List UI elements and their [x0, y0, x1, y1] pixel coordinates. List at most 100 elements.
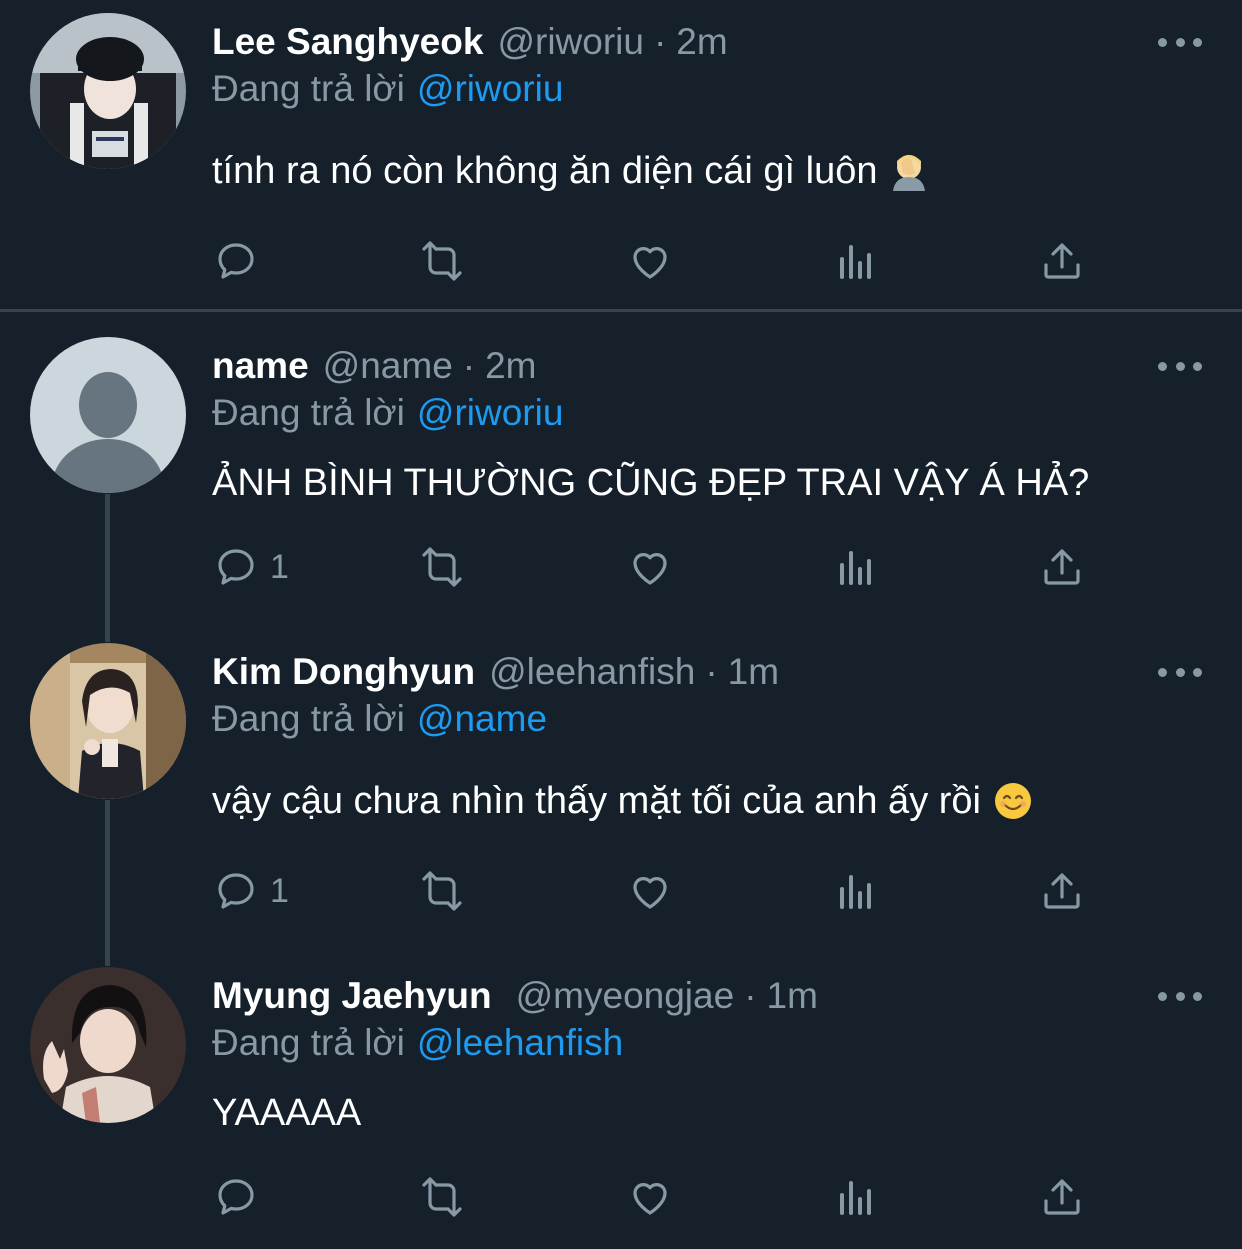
tweet-text: vậy cậu chưa nhìn thấy mặt tối của anh ấ…: [212, 776, 1033, 826]
replying-to: Đang trả lời @leehanfish: [212, 1022, 623, 1064]
replying-to-label: Đang trả lời: [212, 698, 405, 739]
reply-icon: [218, 243, 254, 279]
tweet-header: Lee Sanghyeok @riworiu · 2m: [212, 18, 728, 66]
share-button[interactable]: [1038, 236, 1086, 286]
like-icon: [633, 1183, 667, 1215]
retweet-icon: [422, 871, 462, 911]
replying-to-link[interactable]: @riworiu: [417, 68, 564, 109]
more-options-icon[interactable]: [1158, 664, 1202, 680]
tweet[interactable]: Myung Jaehyun @myeongjae · 1m Đang trả l…: [0, 967, 1242, 1242]
share-icon: [1044, 1179, 1080, 1215]
retweet-icon: [422, 1177, 462, 1217]
like-button[interactable]: [626, 542, 674, 592]
like-button[interactable]: [626, 1172, 674, 1222]
retweet-button[interactable]: [414, 866, 470, 916]
reply-button[interactable]: 1: [212, 866, 289, 916]
tweet-header: Myung Jaehyun @myeongjae · 1m: [212, 972, 818, 1020]
tweet-actions: [212, 236, 1102, 286]
tweet-text-content: ẢNH BÌNH THƯỜNG CŨNG ĐẸP TRAI VẬY Á HẢ?: [212, 461, 1090, 504]
separator-dot: ·: [462, 345, 476, 386]
separator-dot: ·: [705, 651, 718, 692]
avatar[interactable]: [30, 337, 186, 493]
retweet-button[interactable]: [414, 1172, 470, 1222]
tweet-header: Kim Donghyun @leehanfish · 1m: [212, 648, 779, 696]
like-icon: [633, 877, 667, 909]
like-icon: [633, 553, 667, 585]
tweet-header: name @name · 2m: [212, 342, 537, 390]
replying-to-link[interactable]: @name: [417, 698, 547, 739]
replying-to: Đang trả lời @name: [212, 698, 547, 740]
replying-to-label: Đang trả lời: [212, 68, 405, 109]
smiling-face-emoji: [993, 781, 1033, 821]
analytics-icon: [840, 875, 871, 909]
more-options-icon[interactable]: [1158, 358, 1202, 374]
tweet-actions: 1: [212, 542, 1102, 592]
user-handle[interactable]: @riworiu: [497, 21, 644, 63]
replying-to-link[interactable]: @leehanfish: [417, 1022, 623, 1063]
display-name[interactable]: Kim Donghyun: [212, 651, 475, 693]
timestamp[interactable]: 2m: [485, 345, 536, 387]
retweet-button[interactable]: [414, 236, 470, 286]
reply-count: 1: [270, 547, 289, 586]
user-handle[interactable]: @name: [323, 345, 453, 387]
reply-button[interactable]: 1: [212, 542, 289, 592]
retweet-icon: [422, 241, 462, 281]
reply-icon: [218, 1179, 254, 1215]
reply-button[interactable]: [212, 236, 270, 286]
reply-icon: [218, 873, 254, 909]
tweet[interactable]: Kim Donghyun @leehanfish · 1m Đang trả l…: [0, 643, 1242, 948]
replying-to-link[interactable]: @riworiu: [417, 392, 564, 433]
analytics-icon: [840, 551, 871, 585]
more-options-icon[interactable]: [1158, 988, 1202, 1004]
share-button[interactable]: [1038, 542, 1086, 592]
tweet-text-content: vậy cậu chưa nhìn thấy mặt tối của anh ấ…: [212, 779, 981, 822]
like-icon: [633, 247, 667, 279]
like-button[interactable]: [626, 236, 674, 286]
tweet-separator: [0, 309, 1242, 312]
reply-button[interactable]: [212, 1172, 270, 1222]
share-button[interactable]: [1038, 866, 1086, 916]
analytics-button[interactable]: [834, 236, 878, 286]
avatar[interactable]: [30, 643, 186, 799]
tweet[interactable]: Lee Sanghyeok @riworiu · 2m Đang trả lời…: [0, 13, 1242, 298]
face-palm-emoji: [889, 151, 929, 191]
replying-to: Đang trả lời @riworiu: [212, 68, 563, 110]
separator-dot: ·: [653, 21, 667, 62]
timestamp[interactable]: 2m: [676, 21, 727, 63]
user-handle[interactable]: @myeongjae: [516, 975, 735, 1017]
replying-to-label: Đang trả lời: [212, 392, 405, 433]
user-handle[interactable]: @leehanfish: [489, 651, 695, 693]
share-icon: [1044, 873, 1080, 909]
timestamp[interactable]: 1m: [728, 651, 779, 693]
retweet-button[interactable]: [414, 542, 470, 592]
separator-dot: ·: [744, 975, 757, 1016]
reply-count: 1: [270, 871, 289, 910]
retweet-icon: [422, 547, 462, 587]
like-button[interactable]: [626, 866, 674, 916]
display-name[interactable]: name: [212, 345, 309, 387]
share-icon: [1044, 243, 1080, 279]
analytics-button[interactable]: [834, 542, 878, 592]
avatar[interactable]: [30, 967, 186, 1123]
analytics-button[interactable]: [834, 1172, 878, 1222]
analytics-button[interactable]: [834, 866, 878, 916]
analytics-icon: [840, 1181, 871, 1215]
reply-icon: [218, 549, 254, 585]
tweet-text: tính ra nó còn không ăn diện cái gì luôn: [212, 146, 929, 196]
tweet-actions: [212, 1172, 1102, 1222]
timestamp[interactable]: 1m: [767, 975, 818, 1017]
replying-to-label: Đang trả lời: [212, 1022, 405, 1063]
more-options-icon[interactable]: [1158, 34, 1202, 50]
tweet-text: ẢNH BÌNH THƯỜNG CŨNG ĐẸP TRAI VẬY Á HẢ?: [212, 458, 1089, 508]
tweet-text-content: tính ra nó còn không ăn diện cái gì luôn: [212, 149, 878, 192]
share-button[interactable]: [1038, 1172, 1086, 1222]
display-name[interactable]: Myung Jaehyun: [212, 975, 492, 1017]
avatar[interactable]: [30, 13, 186, 169]
display-name[interactable]: Lee Sanghyeok: [212, 21, 483, 63]
tweet-actions: 1: [212, 866, 1102, 916]
tweet[interactable]: name @name · 2m Đang trả lời @riworiu ẢNH…: [0, 337, 1242, 632]
share-icon: [1044, 549, 1080, 585]
replying-to: Đang trả lời @riworiu: [212, 392, 563, 434]
tweet-text: YAAAAA: [212, 1088, 361, 1138]
analytics-icon: [840, 245, 871, 279]
